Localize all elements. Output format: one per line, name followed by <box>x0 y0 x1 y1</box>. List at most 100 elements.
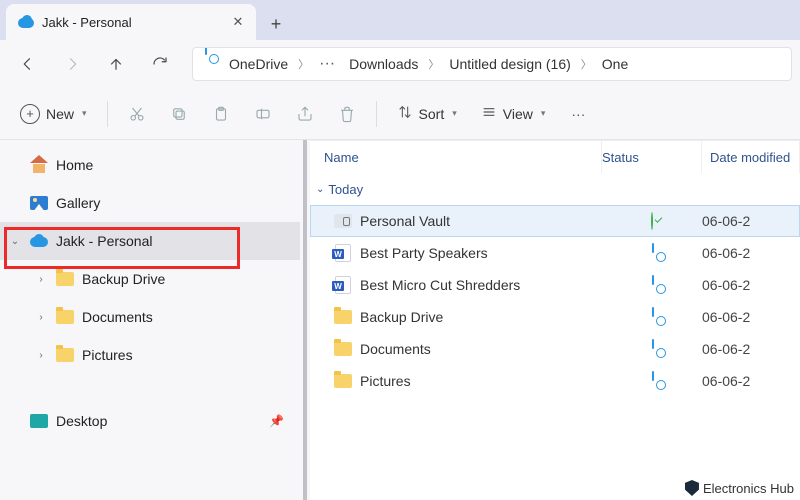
group-header-today[interactable]: ⌄ Today <box>310 173 800 205</box>
new-button[interactable]: + New ▾ <box>10 97 97 131</box>
chevron-right-icon[interactable]: 〉 <box>296 56 311 72</box>
folder-icon <box>334 372 352 390</box>
desktop-icon <box>30 412 48 430</box>
delete-button[interactable] <box>328 97 366 131</box>
column-label: Status <box>602 150 639 165</box>
view-button[interactable]: View ▾ <box>471 97 556 131</box>
forward-button[interactable] <box>52 44 92 84</box>
breadcrumb-item[interactable]: Untitled design (16) <box>443 48 576 80</box>
file-name: Personal Vault <box>360 213 450 229</box>
file-row[interactable]: Backup Drive 06-06-2 <box>310 301 800 333</box>
navigation-sidebar: Home Gallery ⌄ Jakk - Personal › Backup … <box>0 140 300 500</box>
file-row[interactable]: Best Micro Cut Shredders 06-06-2 <box>310 269 800 301</box>
plus-circle-icon: + <box>20 104 40 124</box>
onedrive-icon <box>30 232 48 250</box>
file-date: 06-06-2 <box>702 213 800 229</box>
share-button[interactable] <box>286 97 324 131</box>
chevron-down-icon: ▾ <box>82 108 87 119</box>
breadcrumb-label: Downloads <box>349 56 418 72</box>
chevron-right-icon[interactable]: › <box>34 350 48 361</box>
file-date: 06-06-2 <box>702 341 800 357</box>
separator <box>107 101 108 127</box>
sidebar-item-home[interactable]: Home <box>0 146 300 184</box>
column-header-status[interactable]: Status <box>602 141 702 173</box>
file-row[interactable]: Best Party Speakers 06-06-2 <box>310 237 800 269</box>
sort-label: Sort <box>419 106 445 122</box>
rename-button[interactable] <box>244 97 282 131</box>
file-name: Best Micro Cut Shredders <box>360 277 520 293</box>
nav-bar: OneDrive 〉 ··· Downloads 〉 Untitled desi… <box>0 40 800 88</box>
chevron-down-icon: ▾ <box>541 108 546 119</box>
column-label: Date modified <box>702 150 790 165</box>
watermark: Electronics Hub <box>685 480 794 496</box>
sidebar-item-documents[interactable]: › Documents <box>0 298 300 336</box>
file-date: 06-06-2 <box>702 309 800 325</box>
breadcrumb-item[interactable]: Downloads <box>343 48 424 80</box>
tab-title: Jakk - Personal <box>42 15 222 30</box>
home-icon <box>30 156 48 174</box>
breadcrumb-label: OneDrive <box>229 56 288 72</box>
breadcrumb-label: One <box>602 56 628 72</box>
file-date: 06-06-2 <box>702 245 800 261</box>
more-button[interactable]: ··· <box>559 97 597 131</box>
sidebar-item-label: Pictures <box>82 347 133 363</box>
chevron-right-icon[interactable]: › <box>34 312 48 323</box>
sidebar-item-pictures[interactable]: › Pictures <box>0 336 300 374</box>
file-date: 06-06-2 <box>702 277 800 293</box>
file-row[interactable]: Personal Vault 06-06-2 <box>310 205 800 237</box>
window-tab[interactable]: Jakk - Personal ✕ <box>6 4 256 40</box>
group-label: Today <box>328 182 363 197</box>
onedrive-icon <box>18 14 34 30</box>
chevron-right-icon[interactable]: 〉 <box>426 56 441 72</box>
up-button[interactable] <box>96 44 136 84</box>
address-bar[interactable]: OneDrive 〉 ··· Downloads 〉 Untitled desi… <box>192 47 792 81</box>
chevron-down-icon[interactable]: ⌄ <box>8 236 22 247</box>
sidebar-item-backup-drive[interactable]: › Backup Drive <box>0 260 300 298</box>
shield-icon <box>685 480 699 496</box>
view-label: View <box>503 106 533 122</box>
refresh-button[interactable] <box>140 44 180 84</box>
file-list: Name Status Date modified ⌄ Today Person… <box>310 140 800 500</box>
word-doc-icon <box>334 276 352 294</box>
chevron-down-icon: ⌄ <box>316 184 324 195</box>
copy-button[interactable] <box>160 97 198 131</box>
watermark-label: Electronics Hub <box>703 481 794 496</box>
file-name: Pictures <box>360 373 411 389</box>
sidebar-item-label: Desktop <box>56 413 107 429</box>
column-label: Name <box>324 150 359 165</box>
column-header-row: Name Status Date modified <box>310 141 800 173</box>
chevron-right-icon[interactable]: 〉 <box>579 56 594 72</box>
sidebar-item-label: Jakk - Personal <box>56 233 152 249</box>
file-name: Best Party Speakers <box>360 245 488 261</box>
file-row[interactable]: Documents 06-06-2 <box>310 333 800 365</box>
chevron-right-icon[interactable]: › <box>34 274 48 285</box>
sidebar-item-desktop[interactable]: Desktop 📌 <box>0 402 300 440</box>
chevron-down-icon: ▾ <box>452 108 457 119</box>
sort-button[interactable]: Sort ▾ <box>387 97 467 131</box>
back-button[interactable] <box>8 44 48 84</box>
separator <box>376 101 377 127</box>
breadcrumb-overflow[interactable]: ··· <box>313 55 341 73</box>
new-tab-button[interactable]: + <box>260 8 292 40</box>
column-header-name[interactable]: Name <box>310 141 602 173</box>
file-date: 06-06-2 <box>702 373 800 389</box>
sidebar-item-onedrive-account[interactable]: ⌄ Jakk - Personal <box>0 222 300 260</box>
file-row[interactable]: Pictures 06-06-2 <box>310 365 800 397</box>
cut-button[interactable] <box>118 97 156 131</box>
close-tab-icon[interactable]: ✕ <box>230 14 246 30</box>
list-icon <box>481 104 497 123</box>
folder-icon <box>334 308 352 326</box>
sidebar-item-gallery[interactable]: Gallery <box>0 184 300 222</box>
breadcrumb-root[interactable]: OneDrive <box>199 48 294 80</box>
word-doc-icon <box>334 244 352 262</box>
title-bar: Jakk - Personal ✕ + <box>0 0 800 40</box>
splitter[interactable] <box>300 140 310 500</box>
breadcrumb-item[interactable]: One <box>596 48 634 80</box>
folder-icon <box>56 270 74 288</box>
sidebar-item-label: Documents <box>82 309 153 325</box>
paste-button[interactable] <box>202 97 240 131</box>
column-header-date[interactable]: Date modified <box>702 141 800 173</box>
pin-icon[interactable]: 📌 <box>269 414 284 428</box>
onedrive-icon <box>205 55 223 73</box>
folder-icon <box>56 308 74 326</box>
